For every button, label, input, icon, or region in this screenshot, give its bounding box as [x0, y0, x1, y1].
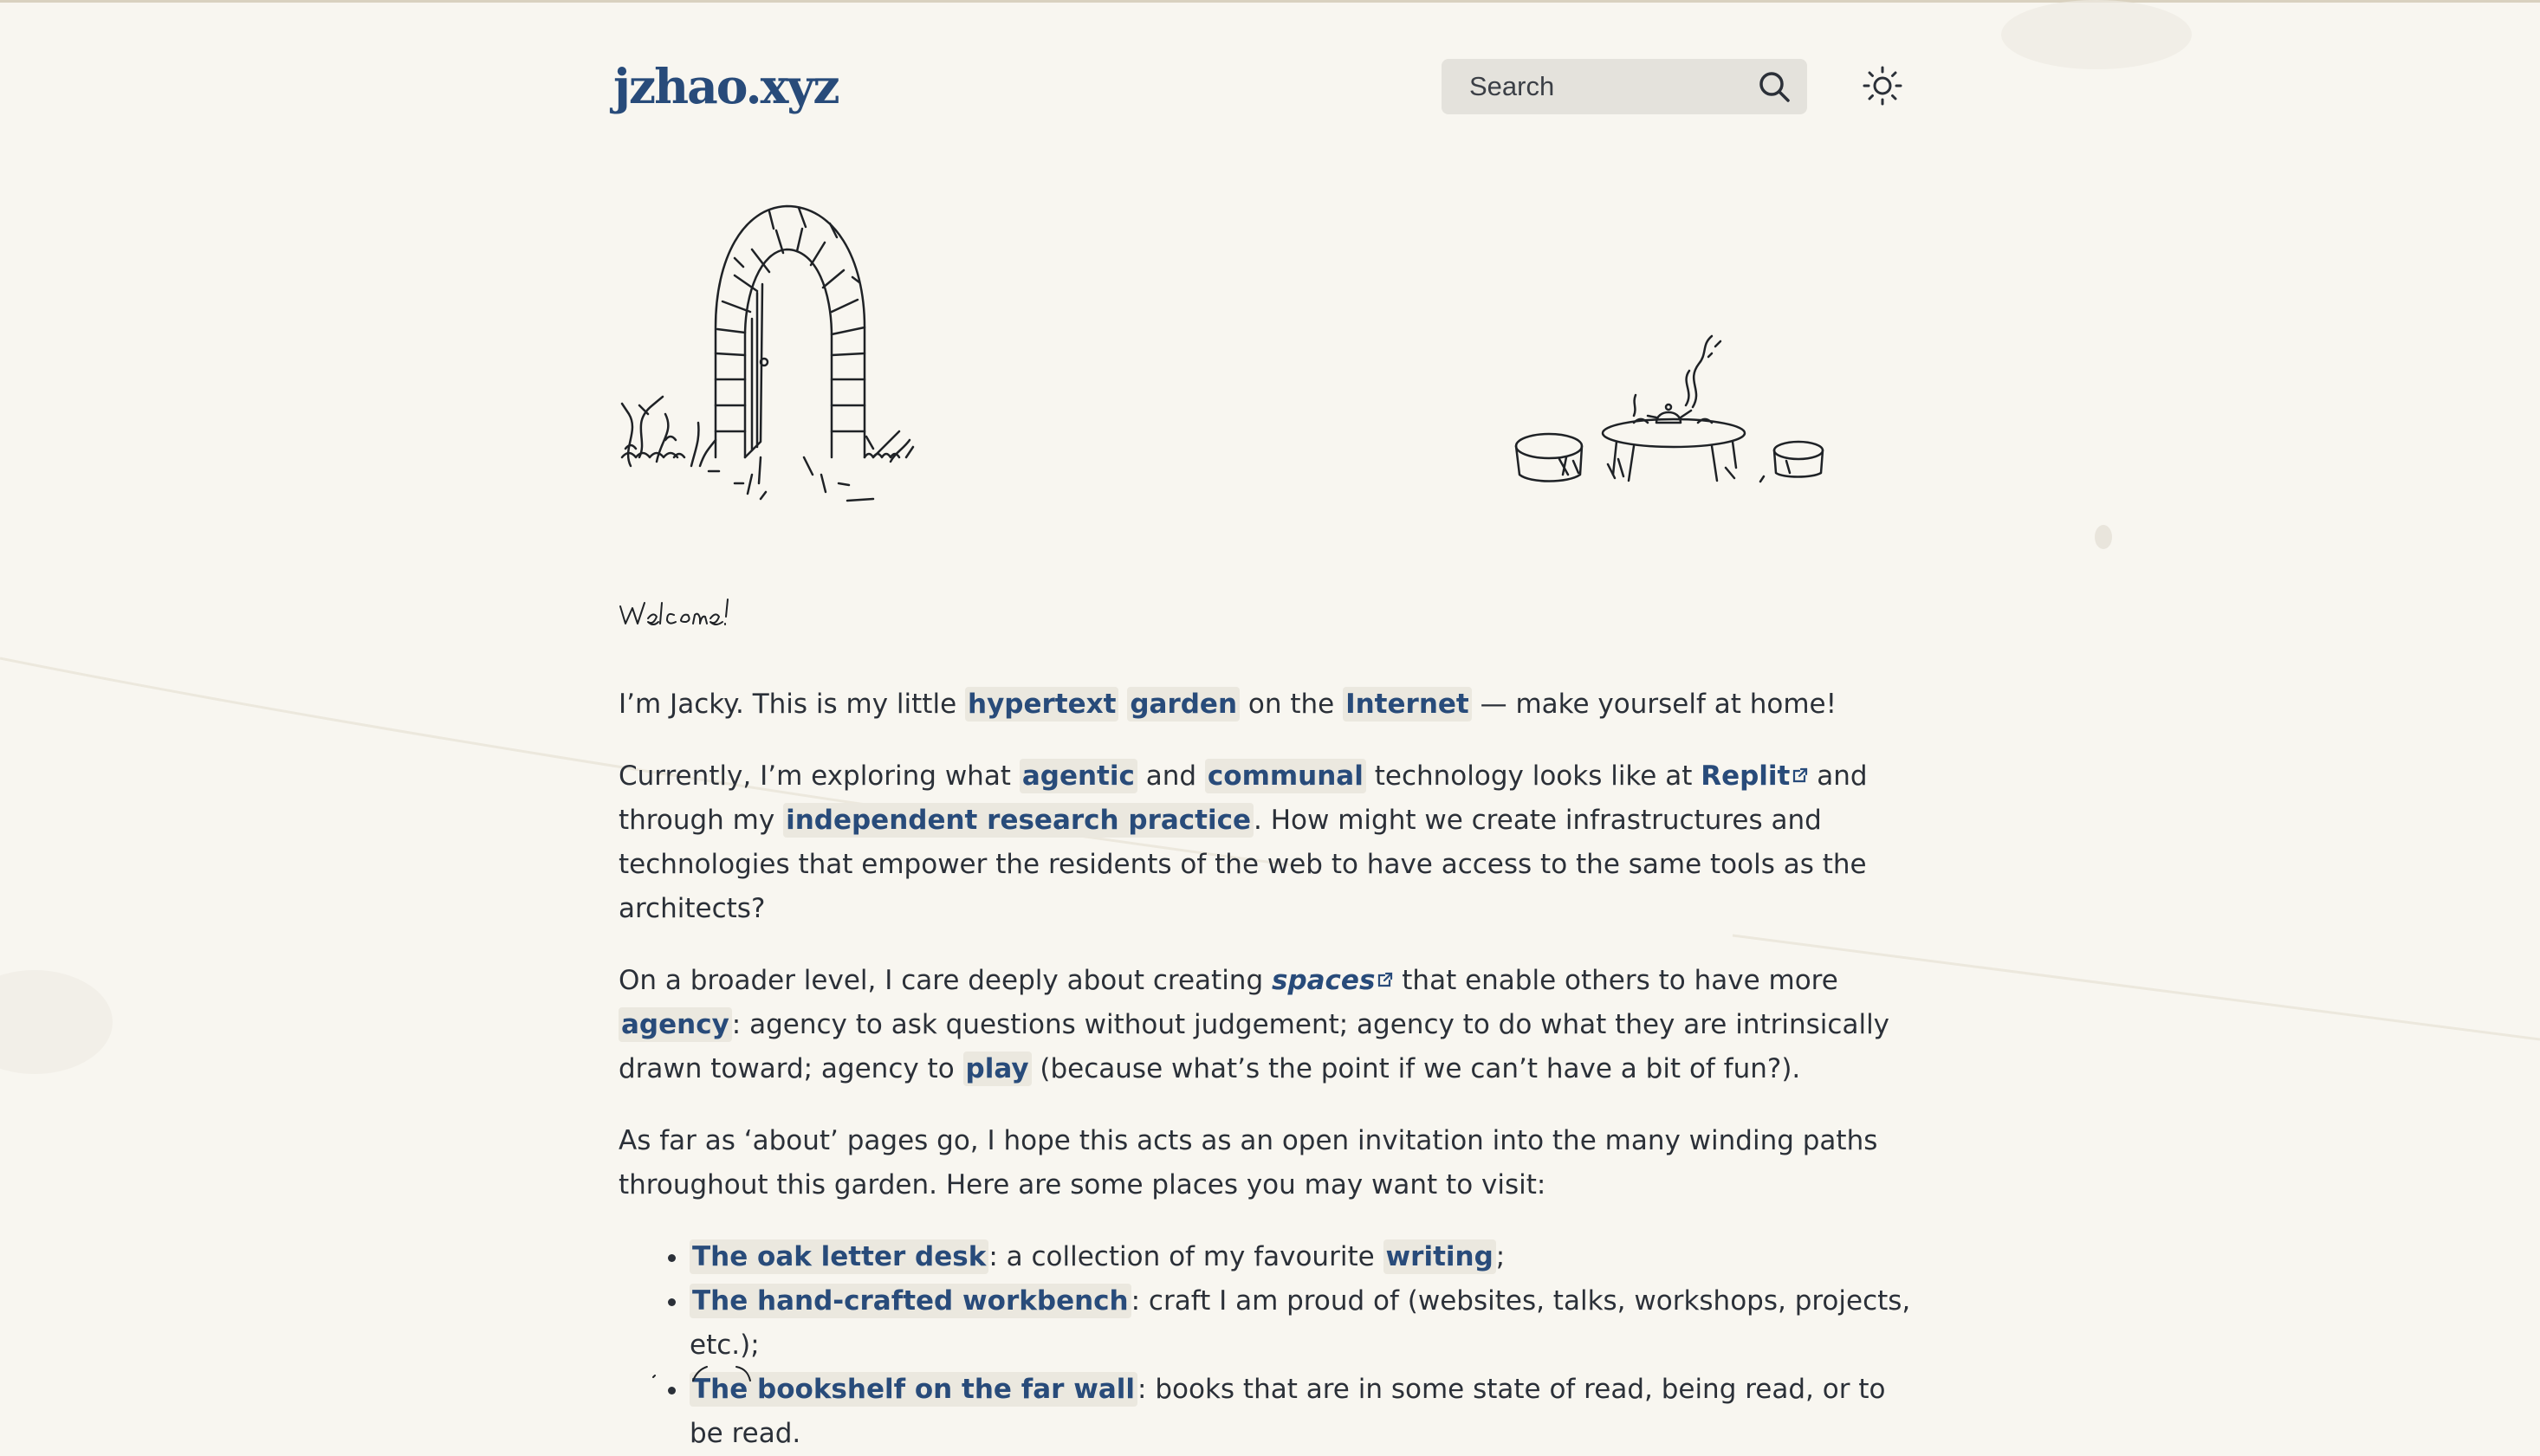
garden-arch-illustration	[620, 204, 915, 502]
link-replit-label: Replit	[1701, 760, 1791, 792]
link-play[interactable]: play	[962, 1052, 1032, 1086]
main-content: I’m Jacky. This is my little hypertext g…	[619, 683, 1918, 1456]
about-paragraph: As far as ‘about’ pages go, I hope this …	[619, 1125, 1878, 1200]
currently-text: Currently, I’m exploring what	[619, 760, 1020, 792]
broader-text: that enable others to have more	[1393, 965, 1838, 996]
link-agentic[interactable]: agentic	[1019, 759, 1137, 793]
link-communal[interactable]: communal	[1204, 759, 1366, 793]
link-agency[interactable]: agency	[619, 1007, 732, 1042]
link-garden[interactable]: garden	[1127, 687, 1241, 722]
tea-table-illustration	[1514, 334, 1824, 483]
search-bar[interactable]: Search	[1442, 59, 1807, 114]
link-writing[interactable]: writing	[1383, 1239, 1496, 1274]
intro-paragraph: I’m Jacky. This is my little hypertext g…	[619, 683, 1918, 727]
site-title-link[interactable]: jzhao.xyz	[613, 54, 840, 120]
link-internet[interactable]: Internet	[1343, 687, 1472, 722]
link-hand-crafted-workbench[interactable]: The hand-crafted workbench	[690, 1284, 1131, 1318]
link-spaces[interactable]: spaces	[1272, 965, 1393, 996]
sun-icon[interactable]	[1863, 66, 1902, 106]
broader-text: On a broader level, I care deeply about …	[619, 965, 1272, 996]
currently-paragraph: Currently, I’m exploring what agentic an…	[619, 754, 1918, 931]
intro-text: I’m Jacky. This is my little	[619, 689, 966, 720]
list-item-text: ;	[1495, 1241, 1506, 1272]
list-item-text: : a collection of my favourite	[988, 1241, 1383, 1272]
search-icon[interactable]	[1758, 70, 1791, 103]
intro-text: — make yourself at home!	[1471, 689, 1837, 720]
link-hypertext[interactable]: hypertext	[965, 687, 1119, 722]
list-item: The hand-crafted workbench: craft I am p…	[690, 1279, 1918, 1368]
external-link-icon	[1793, 767, 1808, 783]
link-independent-research-practice[interactable]: independent research practice	[783, 803, 1254, 838]
link-oak-letter-desk[interactable]: The oak letter desk	[690, 1239, 989, 1274]
currently-text: and	[1137, 760, 1205, 792]
link-spaces-label: spaces	[1272, 965, 1376, 996]
intro-text: on the	[1240, 689, 1344, 720]
welcome-handwritten	[619, 599, 729, 625]
handwritten-signoff	[652, 1366, 751, 1382]
broader-paragraph: On a broader level, I care deeply about …	[619, 959, 1918, 1091]
list-item: The bookshelf on the far wall: books tha…	[690, 1368, 1918, 1456]
search-placeholder: Search	[1469, 71, 1555, 101]
currently-text: technology looks like at	[1365, 760, 1701, 792]
list-item: The oak letter desk: a collection of my …	[690, 1235, 1918, 1279]
places-list: The oak letter desk: a collection of my …	[619, 1235, 1918, 1456]
link-replit[interactable]: Replit	[1701, 760, 1808, 792]
external-link-icon	[1378, 972, 1393, 987]
broader-text: (because what’s the point if we can’t ha…	[1031, 1053, 1801, 1084]
top-rule	[0, 0, 2540, 3]
